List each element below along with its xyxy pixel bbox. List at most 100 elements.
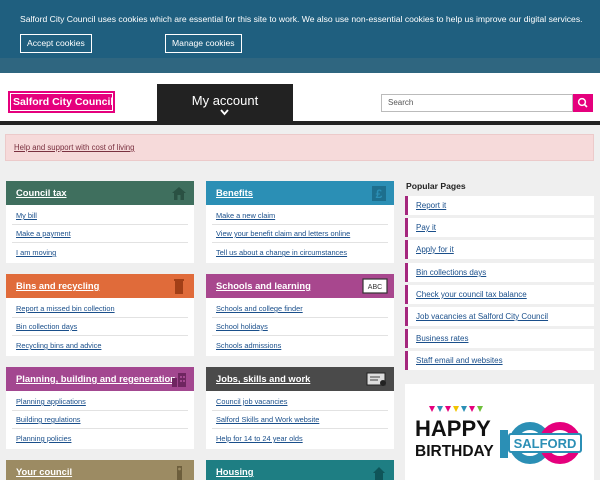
bin-icon: [174, 279, 184, 294]
manage-cookies-button[interactable]: Manage cookies: [165, 34, 242, 53]
card-divider: [212, 335, 388, 336]
card-header[interactable]: Benefits £: [206, 181, 394, 205]
card-divider: [12, 428, 188, 429]
my-account-button[interactable]: My account: [157, 84, 293, 121]
card-divider: [212, 242, 388, 243]
birthday-badge-text: SALFORD: [514, 436, 577, 451]
card-link[interactable]: Schools admissions: [216, 341, 281, 350]
card-link[interactable]: Bin collection days: [16, 322, 77, 331]
card-benefits: Benefits £ Make a new claim View your be…: [206, 181, 394, 263]
popular-link[interactable]: Business rates: [416, 334, 468, 343]
card-divider: [12, 224, 188, 225]
card-link[interactable]: Planning policies: [16, 434, 71, 443]
bunting-icon: [429, 406, 483, 412]
card-title[interactable]: Housing: [216, 466, 254, 477]
card-title[interactable]: Council tax: [16, 187, 67, 198]
card-link[interactable]: Report a missed bin collection: [16, 304, 115, 313]
card-divider: [212, 410, 388, 411]
birthday-graphic: HAPPY BIRTHDAY SALFORD: [415, 406, 582, 464]
card-link[interactable]: Schools and college finder: [216, 304, 303, 313]
popular-link[interactable]: Job vacancies at Salford City Council: [416, 312, 548, 321]
card-link[interactable]: Make a new claim: [216, 211, 275, 220]
header-divider: [0, 121, 600, 125]
chevron-down-icon: [220, 109, 229, 118]
card-link[interactable]: Building regulations: [16, 415, 81, 424]
card-header[interactable]: Your council: [6, 460, 194, 480]
site-logo[interactable]: Salford City Council: [8, 91, 115, 113]
search-icon: [577, 97, 588, 108]
card-link[interactable]: View your benefit claim and letters onli…: [216, 229, 350, 238]
card-title[interactable]: Schools and learning: [216, 280, 311, 291]
svg-text:£: £: [376, 187, 383, 201]
card-bins-and-recycling: Bins and recycling Report a missed bin c…: [6, 274, 194, 356]
card-link[interactable]: I am moving: [16, 248, 56, 257]
card-link[interactable]: My bill: [16, 211, 37, 220]
card-divider: [12, 335, 188, 336]
card-link[interactable]: Help for 14 to 24 year olds: [216, 434, 303, 443]
card-jobs-skills-work: Jobs, skills and work Council job vacanc…: [206, 367, 394, 449]
birthday-line2: BIRTHDAY: [415, 443, 494, 460]
popular-item[interactable]: Job vacancies at Salford City Council: [405, 307, 594, 326]
popular-item[interactable]: Staff email and websites: [405, 351, 594, 370]
card-link[interactable]: Salford Skills and Work website: [216, 415, 319, 424]
popular-item[interactable]: Pay it: [405, 218, 594, 237]
popular-item[interactable]: Bin collections days: [405, 263, 594, 282]
birthday-100-badge: SALFORD: [500, 422, 582, 464]
happy-birthday-salford-banner[interactable]: HAPPY BIRTHDAY SALFORD: [405, 384, 594, 480]
card-header[interactable]: Bins and recycling: [6, 274, 194, 298]
pound-icon: £: [372, 186, 386, 201]
accept-cookies-button[interactable]: Accept cookies: [20, 34, 92, 53]
card-divider: [212, 428, 388, 429]
card-link[interactable]: Council job vacancies: [216, 397, 287, 406]
card-your-council: Your council: [6, 460, 194, 480]
card-link[interactable]: School holidays: [216, 322, 268, 331]
certificate-icon: [366, 372, 386, 386]
my-account-label: My account: [191, 93, 259, 108]
popular-link[interactable]: Staff email and websites: [416, 356, 503, 365]
svg-text:ABC: ABC: [368, 284, 382, 291]
popular-item[interactable]: Business rates: [405, 329, 594, 348]
blackboard-icon: ABC: [362, 278, 388, 294]
card-housing: Housing: [206, 460, 394, 480]
card-title[interactable]: Your council: [16, 466, 72, 477]
popular-item[interactable]: Report it: [405, 196, 594, 215]
popular-link[interactable]: Bin collections days: [416, 268, 486, 277]
popular-item[interactable]: Check your council tax balance: [405, 285, 594, 304]
search-input[interactable]: Search: [381, 94, 573, 112]
cost-of-living-link[interactable]: Help and support with cost of living: [14, 143, 134, 152]
card-title[interactable]: Planning, building and regeneration: [16, 373, 176, 384]
popular-link[interactable]: Report it: [416, 201, 446, 210]
cookie-message: Salford City Council uses cookies which …: [20, 14, 583, 24]
card-divider: [12, 410, 188, 411]
card-header[interactable]: Housing: [206, 460, 394, 480]
card-divider: [12, 242, 188, 243]
popular-link[interactable]: Check your council tax balance: [416, 290, 527, 299]
card-link[interactable]: Make a payment: [16, 229, 71, 238]
birthday-line1: HAPPY: [415, 416, 491, 441]
card-link[interactable]: Planning applications: [16, 397, 86, 406]
popular-item[interactable]: Apply for it: [405, 240, 594, 259]
card-divider: [212, 317, 388, 318]
house-icon: [172, 187, 186, 200]
cookie-banner: Salford City Council uses cookies which …: [0, 0, 600, 73]
popular-link[interactable]: Pay it: [416, 223, 436, 232]
card-header[interactable]: Planning, building and regeneration: [6, 367, 194, 391]
card-title[interactable]: Jobs, skills and work: [216, 373, 310, 384]
card-schools-and-learning: Schools and learning ABC Schools and col…: [206, 274, 394, 356]
home-icon: [373, 467, 385, 480]
card-header[interactable]: Jobs, skills and work: [206, 367, 394, 391]
popular-link[interactable]: Apply for it: [416, 245, 454, 254]
cost-of-living-alert: Help and support with cost of living: [5, 134, 594, 161]
card-header[interactable]: Schools and learning ABC: [206, 274, 394, 298]
card-divider: [12, 317, 188, 318]
card-header[interactable]: Council tax: [6, 181, 194, 205]
card-title[interactable]: Benefits: [216, 187, 253, 198]
popular-pages-title: Popular Pages: [406, 181, 466, 191]
card-council-tax: Council tax My bill Make a payment I am …: [6, 181, 194, 263]
tower-icon: [177, 466, 182, 480]
card-link[interactable]: Recycling bins and advice: [16, 341, 101, 350]
card-title[interactable]: Bins and recycling: [16, 280, 99, 291]
card-link[interactable]: Tell us about a change in circumstances: [216, 248, 347, 257]
card-planning: Planning, building and regeneration Plan…: [6, 367, 194, 449]
search-button[interactable]: [573, 94, 593, 112]
